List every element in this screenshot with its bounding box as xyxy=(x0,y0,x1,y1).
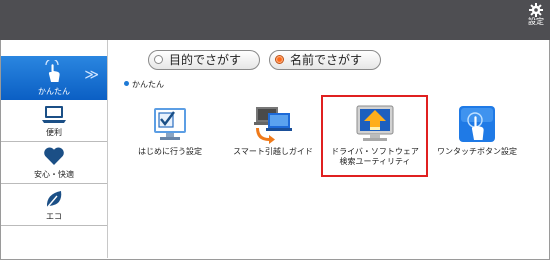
gear-icon xyxy=(529,3,543,17)
bullet-icon xyxy=(124,81,129,86)
sidebar-item-easy[interactable]: ≫ かんたん xyxy=(1,56,107,100)
highlight-box xyxy=(321,95,428,177)
search-by-purpose-button[interactable]: 目的でさがす xyxy=(148,50,260,70)
leaf-icon xyxy=(45,191,62,210)
sidebar-item-label: 安心・快適 xyxy=(34,170,74,179)
checklist-monitor-icon xyxy=(154,108,186,140)
sidebar-item-label: エコ xyxy=(46,212,62,221)
laptop-icon xyxy=(42,106,66,123)
breadcrumb-label: かんたん xyxy=(132,80,164,89)
app-one-touch-button-settings[interactable]: ワンタッチボタン設定 xyxy=(422,104,532,166)
radio-unselected-icon xyxy=(154,55,163,64)
radio-selected-icon xyxy=(275,55,284,64)
search-by-name-label: 名前でさがす xyxy=(290,53,363,67)
sidebar-divider xyxy=(107,40,108,258)
top-bar: 設定 xyxy=(0,0,550,40)
breadcrumb: かんたん xyxy=(124,79,164,90)
one-touch-button-icon xyxy=(459,106,495,142)
touch-hand-icon xyxy=(45,60,60,82)
sidebar-item-safe-comfort[interactable]: 安心・快適 xyxy=(1,142,107,184)
app-name: はじめに行う設定 xyxy=(138,147,202,156)
app-name: スマート引越しガイド xyxy=(233,147,313,156)
settings-label: 設定 xyxy=(528,17,544,26)
settings-button[interactable]: 設定 xyxy=(525,3,547,35)
sidebar-item-label: 便利 xyxy=(46,128,62,137)
search-by-purpose-label: 目的でさがす xyxy=(169,53,242,67)
heart-icon xyxy=(44,147,64,165)
pc-transfer-icon xyxy=(254,107,292,144)
sidebar-item-convenient[interactable]: 便利 xyxy=(1,100,107,142)
app-initial-setup[interactable]: はじめに行う設定 xyxy=(115,104,225,166)
search-by-name-button[interactable]: 名前でさがす xyxy=(269,50,381,70)
sidebar-item-label: かんたん xyxy=(38,87,70,96)
app-smart-move-guide[interactable]: スマート引越しガイド xyxy=(218,104,328,166)
active-chevron-icon: ≫ xyxy=(84,67,99,83)
sidebar: ≫ かんたん 便利 安心・快適 エコ xyxy=(1,56,107,226)
app-name: ワンタッチボタン設定 xyxy=(437,147,517,156)
sidebar-item-eco[interactable]: エコ xyxy=(1,184,107,226)
